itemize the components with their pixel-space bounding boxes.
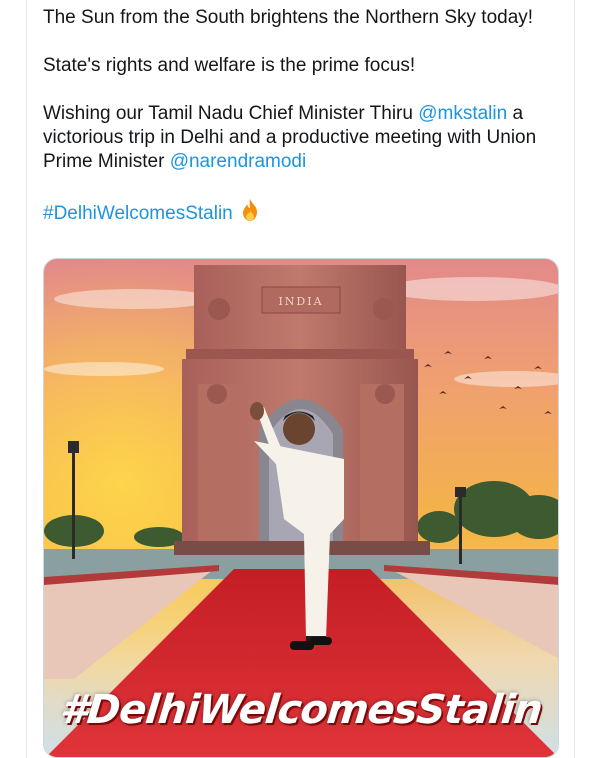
tweet-media-image[interactable]: INDIA #DelhiWelcomesStalin	[43, 258, 559, 758]
tweet-text: The Sun from the South brightens the Nor…	[43, 6, 543, 253]
tweet-line-2: State's rights and welfare is the prime …	[43, 55, 416, 76]
india-gate-poster-illustration: INDIA	[44, 259, 558, 757]
monument-inscription: INDIA	[278, 295, 323, 308]
mention-narendramodi[interactable]: @narendramodi	[170, 151, 307, 172]
tweet-line-3-start: Wishing our Tamil Nadu Chief Minister Th…	[43, 103, 419, 124]
tweet-line-1: The Sun from the South brightens the Nor…	[43, 7, 534, 28]
mention-mkstalin[interactable]: @mkstalin	[418, 103, 507, 124]
tweet-line-3: Wishing our Tamil Nadu Chief Minister Th…	[43, 102, 543, 174]
fire-icon	[239, 198, 261, 229]
poster-hashtag-overlay: #DelhiWelcomesStalin	[58, 687, 544, 733]
hashtag-link[interactable]: #DelhiWelcomesStalin	[43, 203, 233, 224]
tweet-hashtag-line: #DelhiWelcomesStalin	[43, 198, 543, 229]
